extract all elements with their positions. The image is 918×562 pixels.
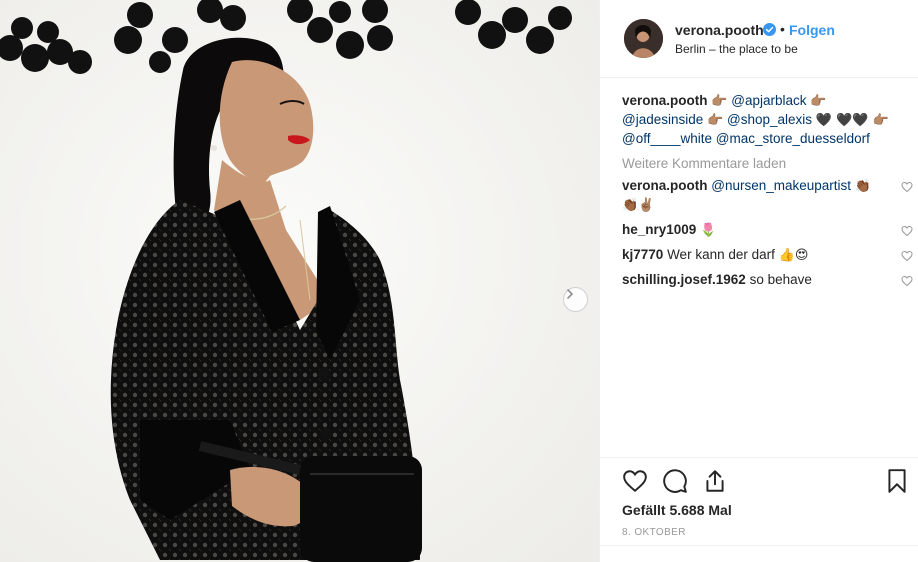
comment-like-heart-icon[interactable] [901, 275, 913, 287]
comment-mention[interactable]: @nursen_makeupartist [711, 178, 851, 193]
chevron-right-icon [567, 289, 574, 299]
comment-icon[interactable] [662, 468, 688, 494]
caption-emoji: 👉🏽 [810, 94, 827, 109]
post-photo[interactable] [0, 0, 599, 562]
caption-emoji: 👉🏽 [707, 113, 724, 128]
next-image-button[interactable] [563, 287, 588, 312]
comment-like-heart-icon[interactable] [901, 225, 913, 237]
comment-username[interactable]: schilling.josef.1962 [622, 272, 746, 287]
comment-item: schilling.josef.1962 so behave [622, 271, 913, 289]
load-more-comments-button[interactable]: Weitere Kommentare laden [622, 156, 907, 171]
comment-like-heart-icon[interactable] [901, 181, 913, 193]
comment-text: so behave [749, 272, 812, 287]
caption-mention[interactable]: @shop_alexis [727, 112, 812, 127]
post-header: verona.pooth • Folgen Berlin – the place… [600, 0, 918, 78]
post-date[interactable]: 8. OKTOBER [622, 527, 686, 538]
avatar-image [624, 19, 663, 58]
comment-text: Wer kann der darf [667, 247, 775, 262]
heart-icon[interactable] [622, 468, 648, 494]
caption-mention[interactable]: @mac_store_duesseldorf [716, 131, 870, 146]
comment-emoji: 🌷 [700, 223, 717, 238]
instagram-post: verona.pooth • Folgen Berlin – the place… [0, 0, 918, 562]
separator-dot: • [780, 21, 785, 37]
caption-mention[interactable]: @jadesinside [622, 112, 703, 127]
post-actions: Gefällt 5.688 Mal 8. OKTOBER [600, 457, 918, 562]
share-icon[interactable] [702, 468, 728, 494]
post-sidebar: verona.pooth • Folgen Berlin – the place… [599, 0, 918, 562]
caption-username[interactable]: verona.pooth [622, 93, 708, 108]
comment-username[interactable]: he_nry1009 [622, 222, 696, 237]
comment-username[interactable]: kj7770 [622, 247, 663, 262]
comment-emoji: 👍😍 [778, 248, 809, 263]
comment-username[interactable]: verona.pooth [622, 178, 708, 193]
divider [600, 545, 918, 546]
bookmark-icon[interactable] [884, 468, 910, 494]
author-username[interactable]: verona.pooth [675, 22, 764, 38]
verified-badge-icon [763, 23, 776, 36]
comment-item: kj7770 Wer kann der darf 👍😍 [622, 246, 913, 265]
caption-emoji: 🖤 🖤🖤 👉🏽 [815, 113, 889, 128]
caption-mention[interactable]: @apjarblack [731, 93, 806, 108]
post-photo-illustration [0, 0, 599, 562]
follow-button[interactable]: Folgen [789, 22, 835, 38]
author-avatar[interactable] [624, 19, 663, 58]
caption-emoji: 👉🏽 [711, 94, 728, 109]
comments-list: verona.pooth 👉🏽 @apjarblack 👉🏽 @jadesins… [622, 92, 913, 289]
post-location[interactable]: Berlin – the place to be [675, 42, 798, 56]
caption-mention[interactable]: @off____white [622, 131, 712, 146]
comment-item: verona.pooth @nursen_makeupartist 👏🏾👏🏾✌🏽 [622, 177, 913, 215]
post-caption: verona.pooth 👉🏽 @apjarblack 👉🏽 @jadesins… [622, 92, 907, 148]
comment-like-heart-icon[interactable] [901, 250, 913, 262]
comment-item: he_nry1009 🌷 [622, 221, 913, 240]
likes-count[interactable]: Gefällt 5.688 Mal [622, 502, 732, 518]
